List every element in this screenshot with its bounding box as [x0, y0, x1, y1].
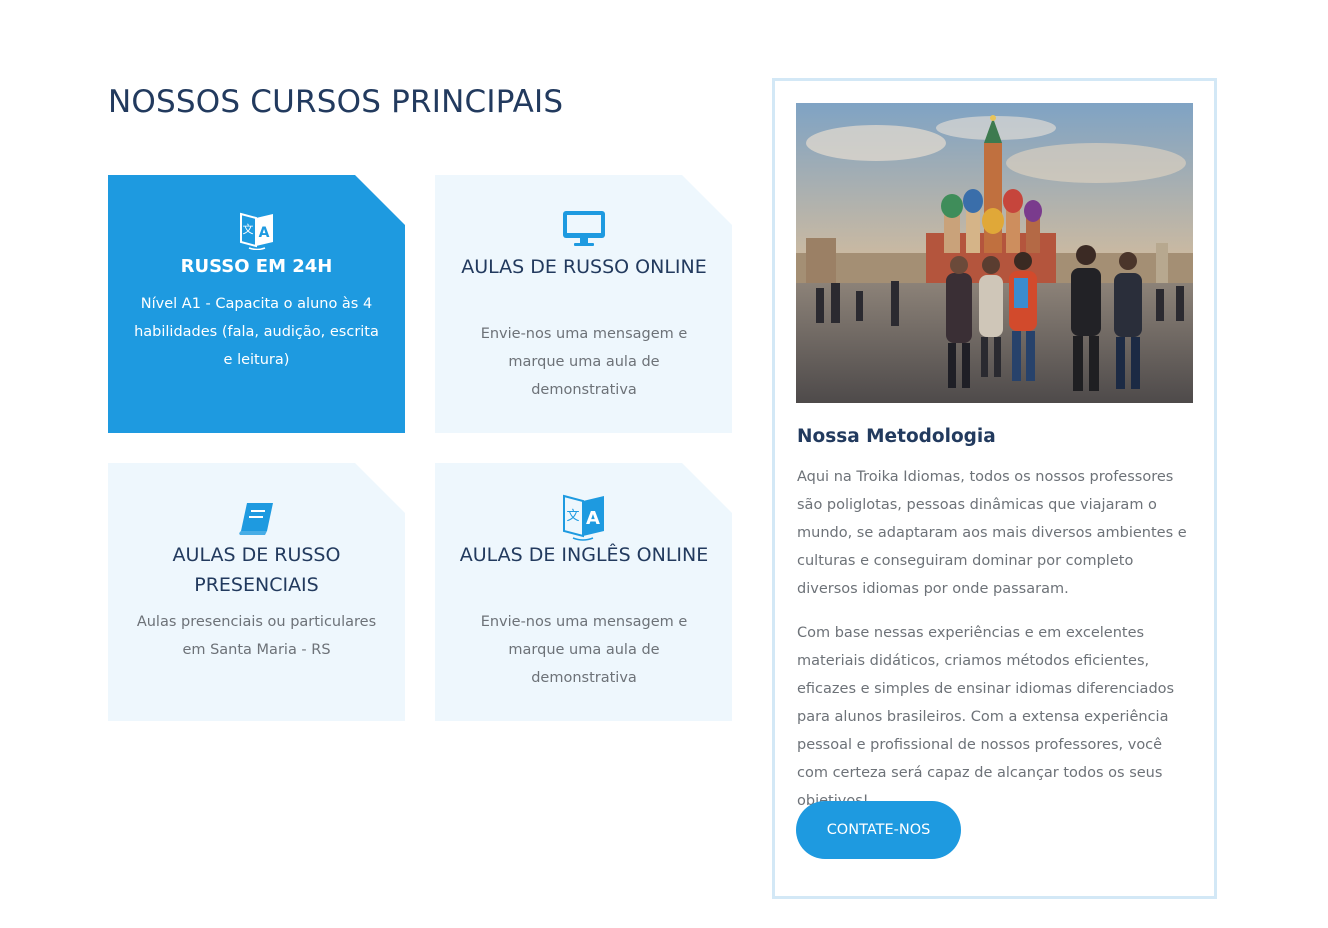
course-title: AULAS DE RUSSO PRESENCIAIS — [172, 544, 341, 596]
contact-button[interactable]: CONTATE-NOS — [796, 801, 961, 859]
monitor-icon — [562, 210, 606, 252]
course-card-ingles-online[interactable]: A 文 AULAS DE INGLÊS ONLINE Envie-nos uma… — [435, 463, 732, 721]
svg-text:文: 文 — [242, 222, 253, 236]
methodology-paragraph: Com base nessas experiências e em excele… — [797, 625, 1175, 809]
course-description: Nível A1 - Capacita o aluno às 4 habilid… — [134, 296, 379, 368]
course-card-russo-24h[interactable]: A 文 RUSSO EM 24H Nível A1 - Capacita o a… — [108, 175, 405, 433]
svg-text:A: A — [586, 508, 600, 529]
course-description: Envie-nos uma mensagem e marque uma aula… — [480, 614, 688, 686]
course-card-russo-presenciais[interactable]: AULAS DE RUSSO PRESENCIAIS Aulas presenc… — [108, 463, 405, 721]
book-icon — [237, 501, 277, 541]
methodology-paragraph: Aqui na Troika Idiomas, todos os nossos … — [797, 469, 1187, 597]
course-title: AULAS DE RUSSO ONLINE — [461, 256, 707, 278]
course-title: AULAS DE INGLÊS ONLINE — [459, 544, 709, 566]
translate-icon: A 文 — [239, 210, 275, 254]
methodology-panel: Nossa Metodologia Aqui na Troika Idiomas… — [772, 78, 1217, 899]
translate-icon: A 文 — [561, 491, 607, 545]
moscow-photo — [796, 103, 1193, 403]
svg-text:文: 文 — [566, 509, 579, 524]
course-description: Aulas presenciais ou particulares em San… — [136, 614, 377, 658]
course-card-russo-online[interactable]: AULAS DE RUSSO ONLINE Envie-nos uma mens… — [435, 175, 732, 433]
course-description: Envie-nos uma mensagem e marque uma aula… — [480, 326, 688, 398]
methodology-heading: Nossa Metodologia — [797, 426, 996, 447]
course-title: RUSSO EM 24H — [180, 256, 333, 277]
section-title: NOSSOS CURSOS PRINCIPAIS — [108, 84, 564, 120]
svg-text:A: A — [258, 225, 269, 241]
